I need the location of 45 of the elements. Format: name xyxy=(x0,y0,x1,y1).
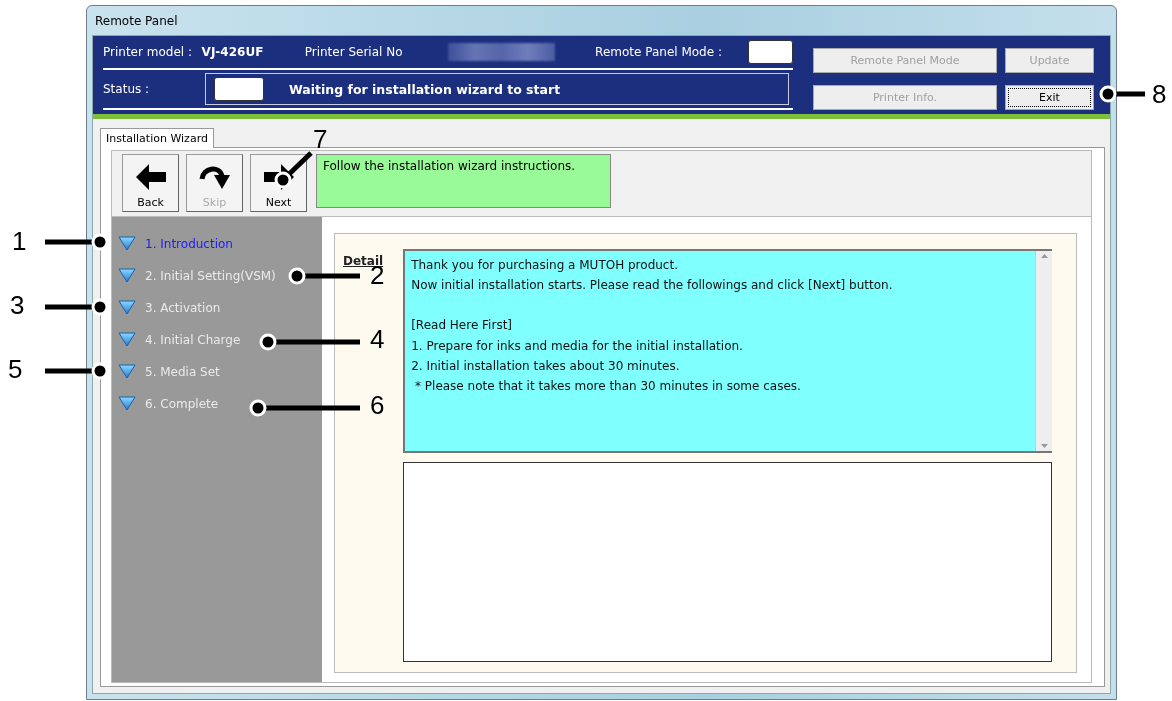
detail-text-line: Thank you for purchasing a MUTOH product. xyxy=(411,257,679,274)
status-indicator xyxy=(214,77,264,101)
tab[interactable]: Installation Wizard xyxy=(100,128,214,148)
step-item[interactable]: 2. Initial Setting(VSM) xyxy=(145,268,276,283)
step-item[interactable]: 4. Initial Charge xyxy=(145,332,241,347)
mode-indicator xyxy=(747,40,793,64)
triangle-icon xyxy=(118,332,136,347)
callout-number: 7 xyxy=(313,126,328,152)
step-item[interactable]: 1. Introduction xyxy=(145,236,233,251)
step-item[interactable]: 3. Activation xyxy=(145,300,221,315)
header-button[interactable]: Exit xyxy=(1005,85,1094,110)
callout-number: 4 xyxy=(370,326,385,352)
left-arrow-icon xyxy=(135,164,166,190)
down-caret-icon xyxy=(1040,444,1048,448)
model-label: Printer model : xyxy=(103,45,193,59)
step-item[interactable]: 6. Complete xyxy=(145,396,219,411)
model-value: VJ-426UF xyxy=(201,45,265,59)
step-item[interactable]: 5. Media Set xyxy=(145,364,220,379)
callout-number: 5 xyxy=(8,356,23,382)
toolbar-button[interactable]: Back xyxy=(122,154,179,212)
mode-label: Remote Panel Mode : xyxy=(595,45,722,59)
curved-arrow-icon xyxy=(198,164,231,190)
detail-text-line: [Read Here First] xyxy=(411,317,514,335)
detail-text-line: 1. Prepare for inks and media for the initial installation. xyxy=(411,337,744,355)
status-label: Status : xyxy=(103,82,151,96)
window-title: Remote Panel xyxy=(94,13,178,28)
callout-leader xyxy=(274,151,313,189)
triangle-icon xyxy=(118,236,136,251)
detail-text-line: 2. Initial installation takes about 30 minutes. xyxy=(411,357,681,375)
callout-leader xyxy=(1099,85,1145,103)
triangle-icon xyxy=(118,396,136,411)
status-text: Waiting for installation wizard to start xyxy=(289,81,561,97)
instruction-message: Follow the installation wizard instructions. xyxy=(316,154,611,208)
callout-number: 8 xyxy=(1152,81,1167,107)
callout-number: 1 xyxy=(12,228,27,254)
triangle-icon xyxy=(118,268,136,283)
up-caret-icon xyxy=(1040,254,1048,258)
callout-number: 6 xyxy=(370,392,385,418)
triangle-icon xyxy=(118,364,136,379)
triangle-icon xyxy=(118,300,136,315)
serial-label: Printer Serial No xyxy=(304,45,403,59)
detail-text-line: * Please note that it takes more than 30 minutes in some cases. xyxy=(414,378,802,395)
scrollbar[interactable] xyxy=(1035,251,1052,451)
callout-number: 3 xyxy=(10,292,25,318)
detail-text-line: Now initial installation starts. Please read the followings and click [Next] button. xyxy=(411,277,894,295)
